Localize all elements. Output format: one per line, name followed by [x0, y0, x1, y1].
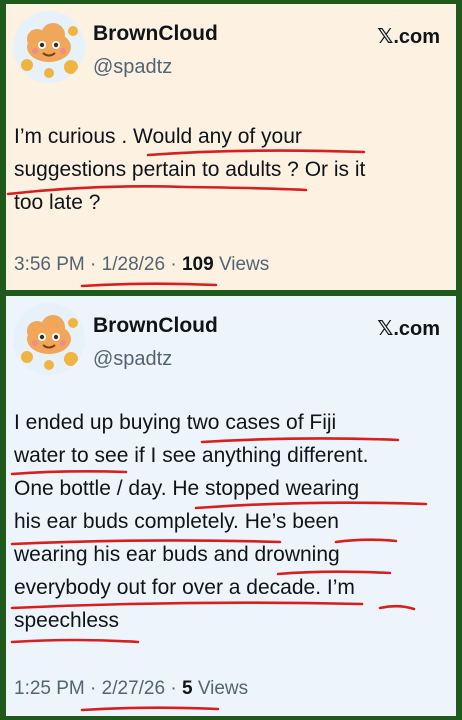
post-text-line: his ear buds completely. He’s been — [14, 510, 339, 533]
post-text-line: wearing his ear buds and drowning — [14, 543, 340, 566]
underline-stroke — [80, 282, 218, 288]
author-handle[interactable]: @spadtz — [93, 56, 172, 79]
post-metadata: 1:25 PM · 2/27/26 · 5 Views — [14, 678, 248, 700]
separator: · — [170, 678, 177, 699]
avatar[interactable] — [13, 11, 85, 83]
author-name[interactable]: BrownCloud — [93, 22, 218, 46]
post-text-line: too late ? — [14, 191, 101, 214]
post-text-line: water to see if I see anything different… — [14, 444, 369, 467]
views-label: Views — [218, 254, 270, 275]
separator: · — [90, 678, 97, 699]
views-label: Views — [197, 678, 249, 699]
views-count: 109 — [181, 254, 214, 275]
post-text-line: suggestions pertain to adults ? Or is it — [14, 158, 366, 181]
post-time[interactable]: 1:25 PM — [14, 678, 85, 699]
author-name[interactable]: BrownCloud — [93, 314, 218, 338]
post-date[interactable]: 2/27/26 — [102, 678, 165, 699]
underline-stroke — [10, 638, 140, 644]
post-card-2[interactable]: BrownCloud @spadtz 𝕏.com I ended up buyi… — [6, 296, 456, 716]
separator: · — [90, 254, 97, 275]
post-text-line: One bottle / day. He stopped wearing — [14, 477, 360, 500]
avatar[interactable] — [13, 303, 85, 375]
post-time[interactable]: 3:56 PM — [14, 254, 85, 275]
post-text: I’m curious . Would any of your suggesti… — [14, 120, 446, 219]
author-handle[interactable]: @spadtz — [93, 348, 172, 371]
post-date[interactable]: 1/28/26 — [102, 254, 165, 275]
views-count: 5 — [181, 678, 193, 699]
underline-stroke — [80, 706, 220, 712]
separator: · — [170, 254, 177, 275]
post-metadata: 3:56 PM · 1/28/26 · 109 Views — [14, 254, 269, 276]
post-text-line: speechless — [14, 609, 120, 632]
x-logo: 𝕏.com — [377, 318, 440, 340]
post-text-line: everybody out for over a decade. I’m — [14, 576, 355, 599]
x-logo: 𝕏.com — [377, 26, 440, 48]
post-text-line: I ended up buying two cases of Fiji — [14, 411, 337, 434]
post-text: I ended up buying two cases of Fiji wate… — [14, 406, 446, 637]
post-card-1[interactable]: BrownCloud @spadtz 𝕏.com I’m curious . W… — [6, 4, 456, 290]
post-text-line: I’m curious . Would any of your — [14, 125, 302, 148]
